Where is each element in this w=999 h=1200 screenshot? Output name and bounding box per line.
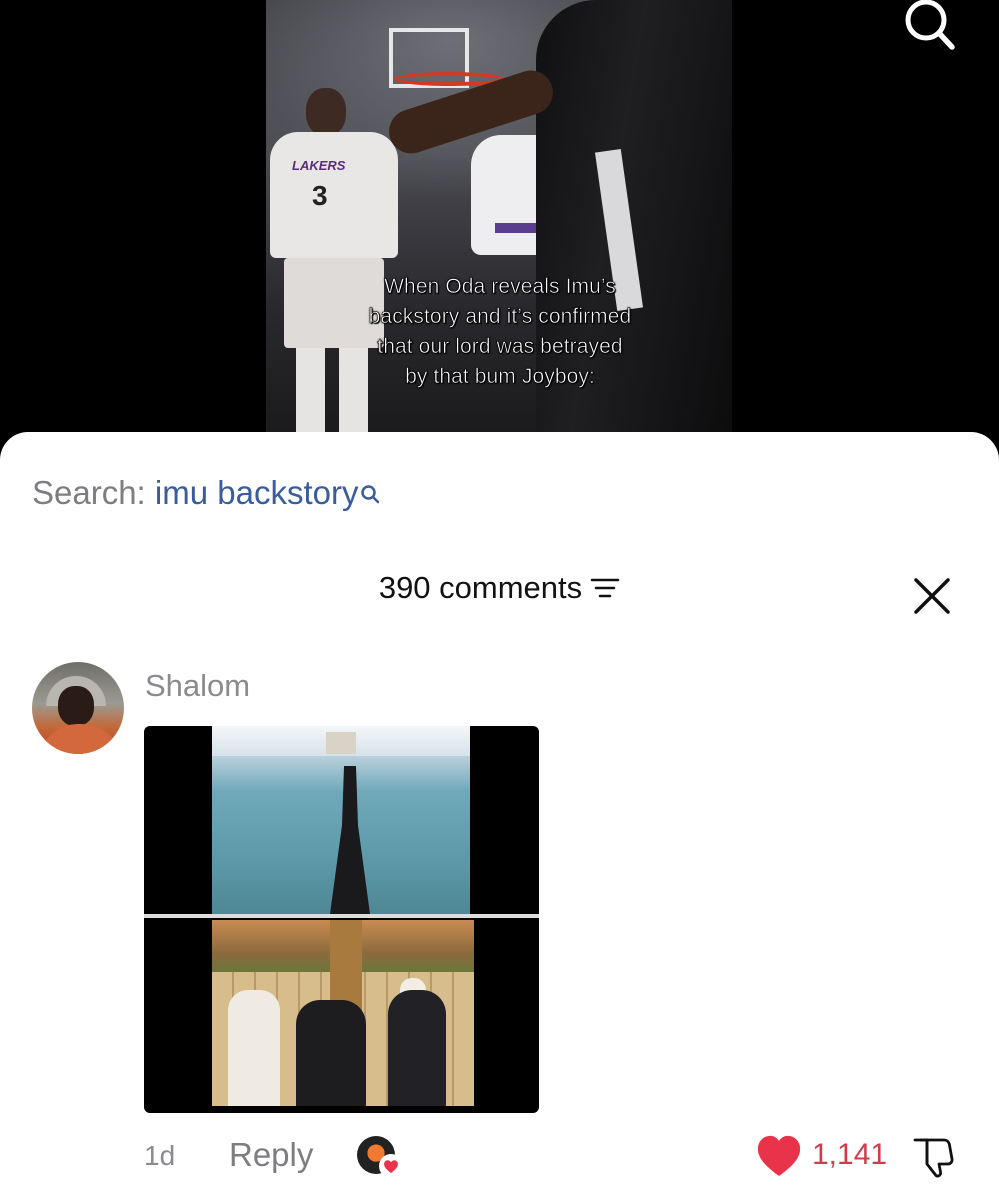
video-caption: When Oda reveals Imu’s backstory and it’… (330, 272, 670, 392)
jersey-team-text: LAKERS (292, 158, 346, 173)
comment-username[interactable]: Shalom (145, 668, 250, 704)
caption-line: by that bum Joyboy: (405, 365, 595, 389)
creator-liked-badge (357, 1136, 407, 1180)
caption-line: backstory and it’s confirmed (368, 305, 632, 329)
image-panel-top (212, 726, 470, 914)
caption-line: that our lord was betrayed (377, 335, 623, 359)
image-panel-bottom (212, 920, 474, 1106)
heart-icon (379, 1154, 403, 1178)
comments-sheet: Search: imu backstory 390 comments Shalo… (0, 432, 999, 1200)
search-suggestion[interactable]: Search: imu backstory (32, 474, 380, 514)
comments-count-header: 390 comments (0, 570, 999, 608)
search-icon[interactable] (898, 0, 958, 52)
comment-actions: 1d Reply 1,141 (0, 1132, 999, 1182)
caption-line: When Oda reveals Imu’s (384, 275, 616, 299)
close-icon[interactable] (910, 574, 954, 618)
search-prefix: Search: (32, 474, 146, 511)
video-player[interactable]: LAKERS 3 6 When Oda reveals Imu’s backst… (0, 0, 999, 460)
search-icon (360, 476, 380, 514)
dislike-icon[interactable] (912, 1134, 960, 1180)
panel-divider (144, 914, 539, 918)
reply-button[interactable]: Reply (229, 1136, 313, 1174)
like-heart-icon[interactable] (754, 1132, 804, 1180)
comment-timestamp: 1d (144, 1140, 176, 1171)
comment-attached-image[interactable] (144, 726, 539, 1113)
sort-filter-icon[interactable] (590, 572, 620, 608)
avatar[interactable] (32, 662, 124, 754)
like-count: 1,141 (812, 1138, 888, 1171)
jersey-number: 3 (312, 180, 328, 211)
comments-count: 390 comments (378, 570, 583, 605)
search-term[interactable]: imu backstory (155, 474, 359, 511)
